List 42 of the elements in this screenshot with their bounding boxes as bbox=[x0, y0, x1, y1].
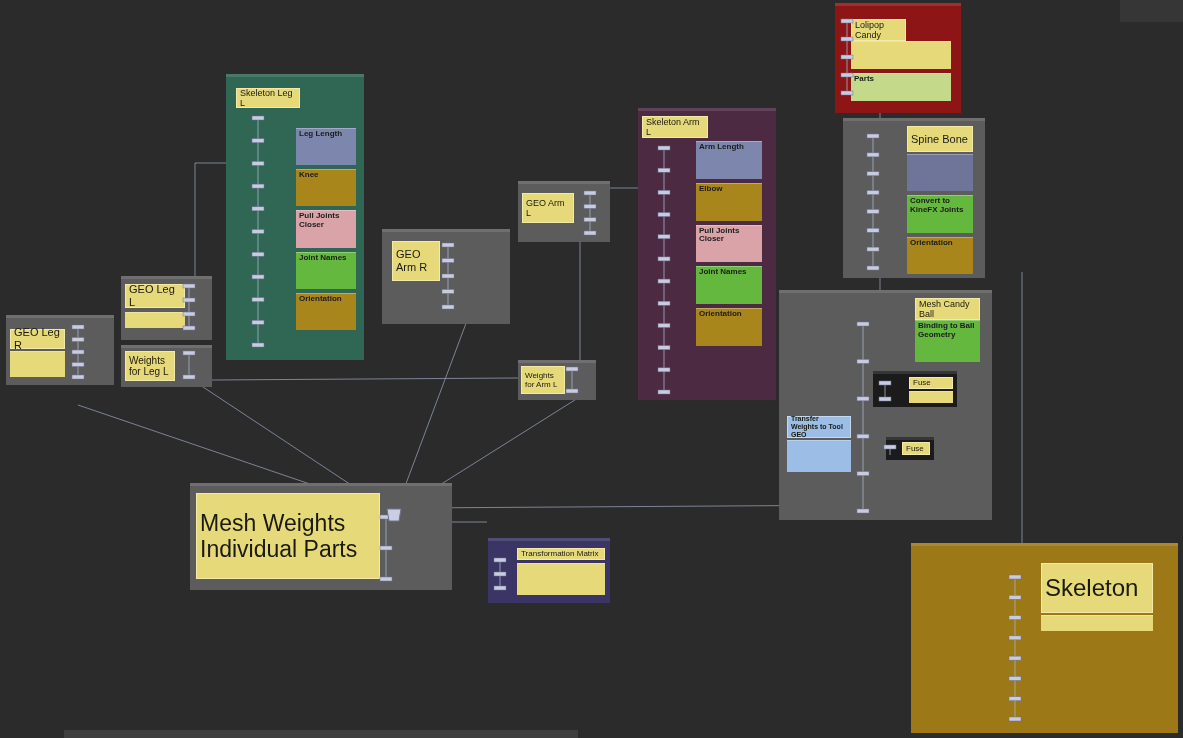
node-chain-drawing bbox=[440, 241, 456, 311]
box-title-note: Fuse bbox=[909, 377, 953, 389]
note-heading: Arm Length bbox=[699, 143, 744, 152]
box-title-note: Lolipop Candy bbox=[851, 19, 906, 41]
node-chain-drawing bbox=[70, 323, 86, 381]
node-chain-drawing bbox=[181, 282, 197, 332]
box-title-note: GEO Arm R bbox=[392, 241, 440, 281]
node-chain-drawing bbox=[181, 349, 197, 381]
note-heading: Knee bbox=[299, 171, 319, 180]
wire bbox=[451, 521, 488, 523]
box-title-note: GEO Arm L bbox=[522, 193, 574, 223]
note-heading: Convert to KineFX Joints bbox=[910, 197, 965, 215]
note-heading: Binding to Ball Geometry bbox=[918, 322, 976, 340]
box-title-note: GEO Leg R bbox=[10, 329, 65, 349]
note-heading: Orientation bbox=[699, 310, 742, 319]
box-title-note: Spine Bone bbox=[907, 126, 973, 152]
note-heading: Orientation bbox=[299, 294, 342, 304]
box-title-note: Fuse bbox=[902, 442, 930, 455]
note-heading: Joint Names bbox=[699, 268, 747, 278]
node-chain-drawing bbox=[582, 189, 598, 237]
note-heading: Pull Joints Closer bbox=[699, 226, 741, 245]
node-chain-drawing bbox=[492, 556, 508, 592]
note-heading: Pull Joints Closer bbox=[299, 212, 341, 230]
note-heading: Orientation bbox=[910, 238, 953, 248]
box-title-note: Mesh Weights Individual Parts bbox=[196, 493, 380, 579]
box-title-note: GEO Leg L bbox=[125, 284, 185, 308]
node-chain-drawing bbox=[877, 379, 893, 403]
merge-node-icon[interactable] bbox=[384, 505, 404, 525]
node-chain-drawing bbox=[378, 513, 394, 583]
box-title-note: Skeleton bbox=[1041, 563, 1153, 613]
box-title-note: Skeleton Leg L bbox=[236, 88, 300, 108]
box-title-note: Weights for Arm L bbox=[521, 366, 565, 394]
node-chain-drawing bbox=[882, 443, 898, 457]
box-title-note: Transformation Matrix bbox=[517, 548, 605, 560]
note-heading: Elbow bbox=[699, 184, 723, 194]
note-heading: Joint Names bbox=[299, 253, 347, 263]
box-title-note: Weights for Leg L bbox=[125, 351, 175, 381]
note-heading: Parts bbox=[854, 75, 874, 84]
box-title-note: Mesh Candy Ball bbox=[915, 298, 980, 320]
node-chain-drawing bbox=[564, 365, 580, 395]
box-title-note: Skeleton Arm L bbox=[642, 116, 708, 138]
note-heading: Leg Length bbox=[299, 130, 343, 139]
